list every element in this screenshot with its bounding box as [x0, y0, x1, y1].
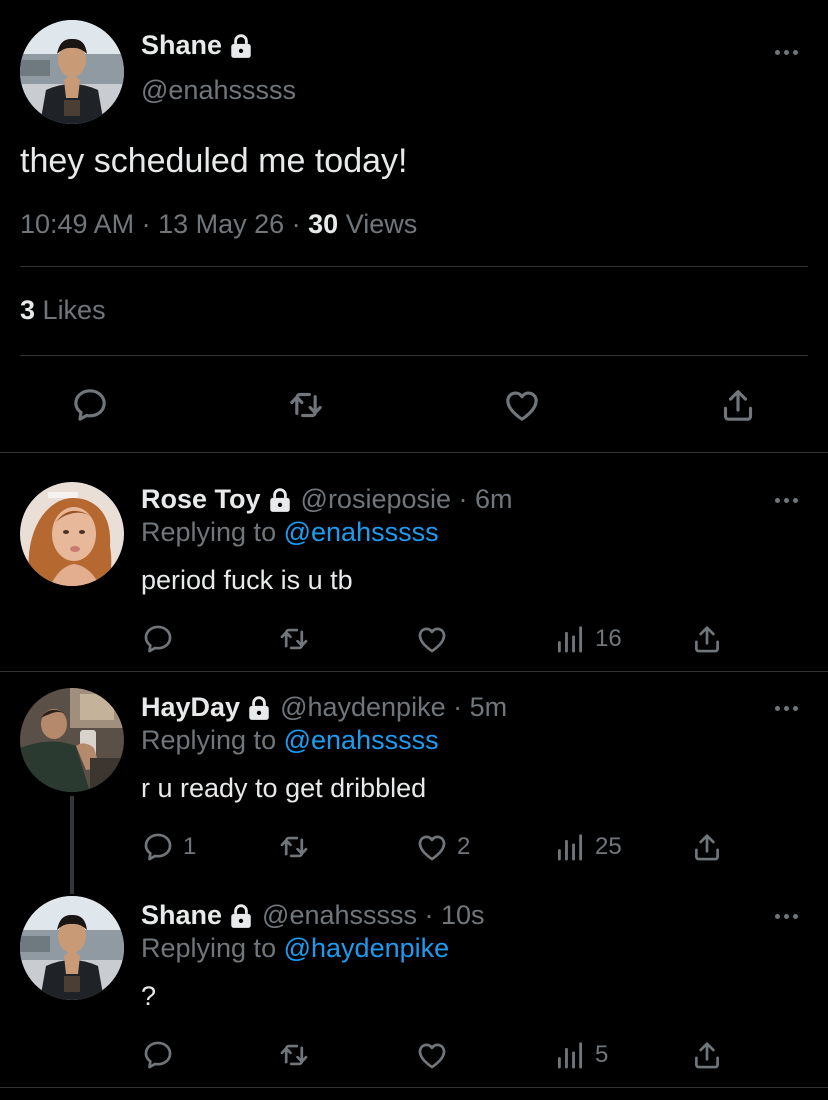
retweet-icon	[277, 830, 311, 864]
meta-separator: ·	[451, 484, 476, 514]
reply-count: 1	[183, 833, 197, 860]
avatar[interactable]	[20, 20, 124, 124]
reply-header: Rose Toy @rosieposie · 6m	[141, 484, 513, 515]
reply-tweet[interactable]: HayDay @haydenpike · 5m Replying to @ena…	[0, 678, 828, 888]
author-handle[interactable]: @enahsssss	[262, 900, 417, 931]
avatar[interactable]	[20, 688, 124, 792]
share-button[interactable]	[690, 829, 724, 865]
reply-button[interactable]: 1	[141, 829, 196, 865]
reply-tweet[interactable]: Shane @enahsssss · 10s Replying to @hayd…	[0, 886, 828, 1086]
share-icon[interactable]	[718, 385, 758, 425]
like-icon	[415, 1038, 449, 1072]
like-count: 2	[457, 833, 471, 860]
lock-icon	[267, 487, 293, 513]
replying-to: Replying to @enahsssss	[141, 725, 439, 756]
reply-icon	[141, 830, 175, 864]
like-button[interactable]: 2	[415, 829, 470, 865]
replying-label: Replying to	[141, 517, 277, 547]
share-icon	[690, 1038, 724, 1072]
meta-separator: ·	[417, 900, 442, 930]
divider	[20, 266, 808, 267]
author-name[interactable]: Shane	[141, 900, 222, 931]
like-button[interactable]	[415, 1037, 457, 1073]
share-button[interactable]	[690, 621, 724, 657]
tweet-meta: 10:49 AM · 13 May 26 · 30 Views	[20, 209, 418, 239]
reply-time: 10s	[441, 900, 485, 930]
reply-time: 6m	[475, 484, 513, 514]
author-handle[interactable]: @enahsssss	[141, 75, 296, 106]
likes-count: 3	[20, 295, 36, 325]
mention-link[interactable]: @enahsssss	[284, 725, 439, 755]
reply-text: ?	[141, 981, 157, 1011]
reply-time: 5m	[469, 692, 508, 722]
main-tweet: Shane @enahsssss they scheduled me today…	[0, 0, 828, 453]
like-icon	[415, 622, 449, 656]
reply-header: HayDay @haydenpike · 5m	[141, 692, 507, 723]
divider	[0, 1087, 828, 1088]
lock-icon	[228, 33, 254, 59]
reply-button[interactable]	[141, 1037, 183, 1073]
reply-icon[interactable]	[70, 385, 110, 425]
divider	[0, 671, 828, 672]
author-name[interactable]: HayDay	[141, 692, 240, 723]
like-icon	[415, 830, 449, 864]
reply-icon	[141, 1038, 175, 1072]
like-button[interactable]	[415, 621, 457, 657]
retweet-icon	[277, 1038, 311, 1072]
analytics-icon	[553, 830, 587, 864]
retweet-button[interactable]	[277, 1037, 319, 1073]
reply-text: r u ready to get dribbled	[141, 773, 427, 803]
tweet-text: they scheduled me today!	[20, 142, 408, 180]
tweet-date: 13 May 26	[158, 209, 285, 239]
author-name-text: Shane	[141, 30, 223, 60]
mention-link[interactable]: @enahsssss	[284, 517, 439, 547]
author-name[interactable]: Rose Toy	[141, 484, 261, 515]
retweet-button[interactable]	[277, 621, 319, 657]
meta-separator: ·	[445, 692, 470, 722]
replying-to: Replying to @haydenpike	[141, 933, 449, 964]
reply-header: Shane @enahsssss · 10s	[141, 900, 485, 931]
analytics-icon	[553, 622, 587, 656]
view-count: 5	[595, 1041, 609, 1068]
reply-icon	[141, 622, 175, 656]
reply-text: period fuck is u tb	[141, 565, 353, 595]
view-count: 16	[595, 625, 622, 652]
retweet-icon	[277, 622, 311, 656]
avatar[interactable]	[20, 482, 124, 586]
views-button[interactable]: 25	[553, 829, 622, 865]
tweet-thread-screen: Shane @enahsssss they scheduled me today…	[0, 0, 828, 1100]
replying-label: Replying to	[141, 725, 277, 755]
reply-button[interactable]	[141, 621, 183, 657]
more-icon[interactable]	[772, 702, 800, 714]
reply-tweet[interactable]: Rose Toy @rosieposie · 6m Replying to @e…	[0, 470, 828, 670]
mention-link[interactable]: @haydenpike	[284, 933, 450, 963]
likes-stat[interactable]: 3 Likes	[20, 295, 106, 326]
views-button[interactable]: 5	[553, 1037, 608, 1073]
share-icon	[690, 622, 724, 656]
likes-label: Likes	[42, 295, 106, 325]
views-count: 30	[308, 209, 339, 239]
author-handle[interactable]: @haydenpike	[280, 692, 446, 723]
retweet-button[interactable]	[277, 829, 319, 865]
share-button[interactable]	[690, 1037, 724, 1073]
views-label: Views	[345, 209, 418, 239]
lock-icon	[246, 695, 272, 721]
more-icon[interactable]	[772, 910, 800, 922]
author-name[interactable]: Shane	[141, 30, 254, 61]
views-button[interactable]: 16	[553, 621, 622, 657]
replying-to: Replying to @enahsssss	[141, 517, 439, 548]
lock-icon	[228, 903, 254, 929]
more-icon[interactable]	[772, 494, 800, 506]
retweet-icon[interactable]	[286, 385, 326, 425]
tweet-time: 10:49 AM	[20, 209, 135, 239]
avatar[interactable]	[20, 896, 124, 1000]
more-icon[interactable]	[772, 46, 800, 58]
like-icon[interactable]	[502, 385, 542, 425]
divider	[20, 355, 808, 356]
replying-label: Replying to	[141, 933, 277, 963]
view-count: 25	[595, 833, 622, 860]
analytics-icon	[553, 1038, 587, 1072]
author-handle[interactable]: @rosieposie	[301, 484, 451, 515]
share-icon	[690, 830, 724, 864]
